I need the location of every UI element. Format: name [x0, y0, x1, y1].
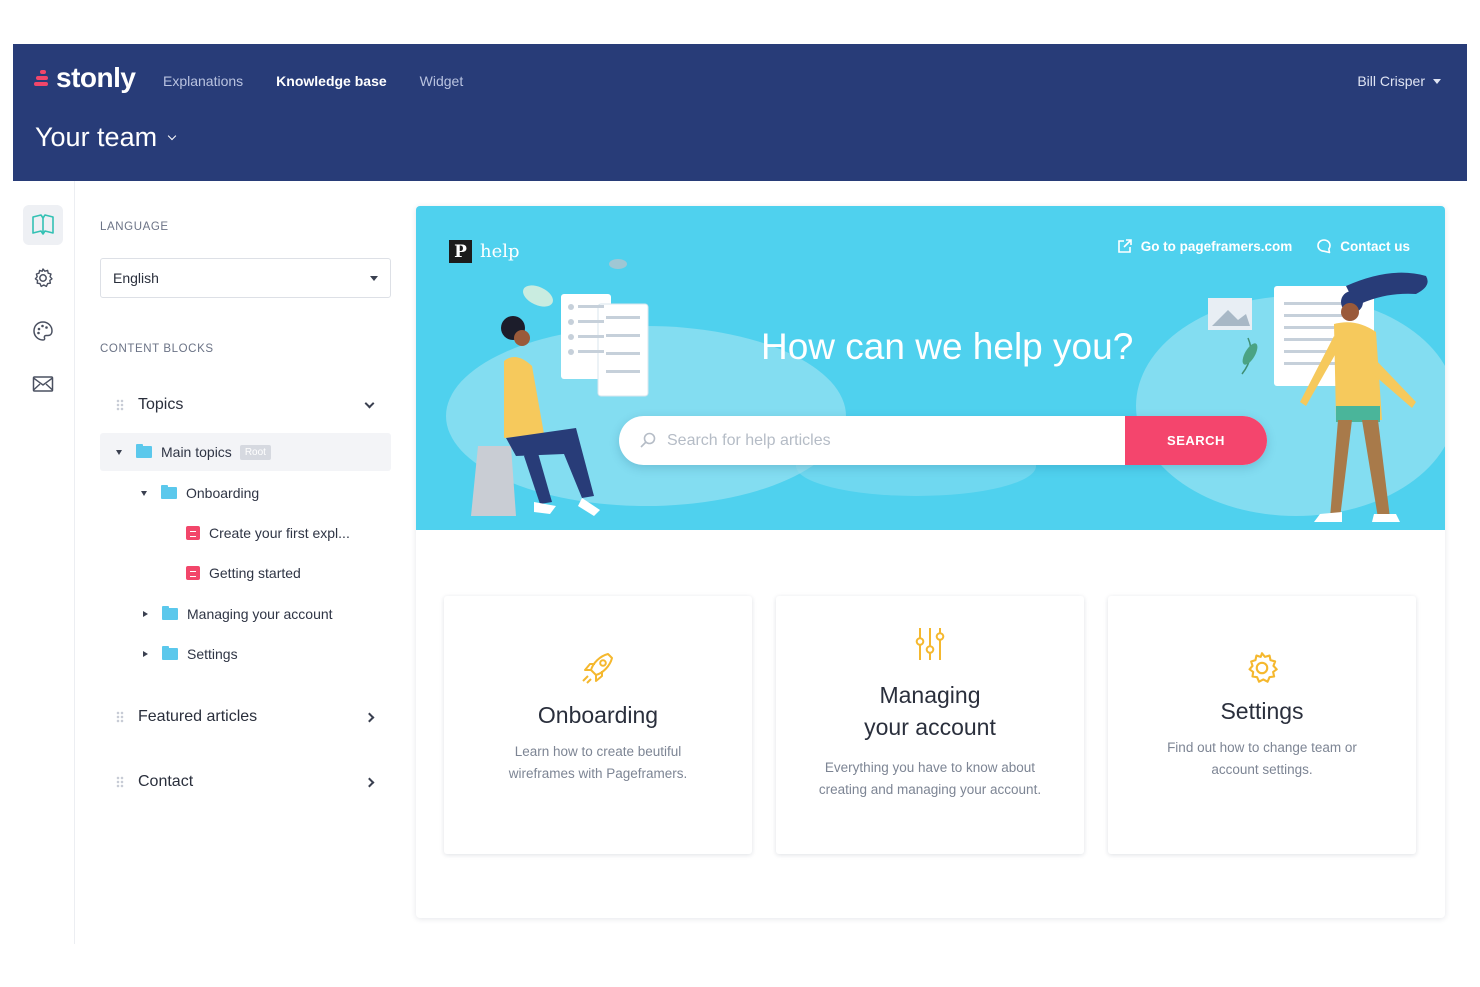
tree-item-label: Getting started — [209, 565, 301, 581]
palette-icon — [33, 321, 53, 341]
search-button[interactable]: SEARCH — [1125, 416, 1267, 465]
envelope-icon — [32, 376, 54, 392]
tree-item-getting-started[interactable]: Getting started — [100, 554, 391, 592]
tree-item-managing-account[interactable]: Managing your account — [100, 595, 391, 633]
article-icon — [186, 526, 200, 540]
stonly-logo[interactable]: stonly — [34, 62, 136, 94]
nav-widget[interactable]: Widget — [420, 73, 464, 89]
category-card-settings[interactable]: Settings Find out how to change team or … — [1108, 596, 1416, 854]
link-go-to-site[interactable]: Go to pageframers.com — [1117, 238, 1293, 254]
card-desc-line: Learn how to create beutiful — [514, 744, 682, 759]
chat-bubble-icon — [1317, 239, 1332, 254]
icon-rail — [13, 181, 75, 944]
content-settings-panel: LANGUAGE English CONTENT BLOCKS Topics M… — [100, 181, 392, 944]
card-desc-line: wireframes with Pageframers. — [508, 766, 688, 781]
drag-handle-icon[interactable] — [116, 776, 124, 788]
gear-icon — [34, 268, 53, 288]
user-menu[interactable]: Bill Crisper — [1357, 73, 1441, 89]
drag-handle-icon[interactable] — [116, 711, 124, 723]
user-name: Bill Crisper — [1357, 73, 1425, 89]
stonly-logo-icon — [34, 67, 52, 89]
folder-icon — [162, 606, 178, 620]
folder-icon — [136, 444, 152, 458]
block-featured-label: Featured articles — [138, 708, 258, 725]
team-selector[interactable]: Your team — [35, 122, 177, 153]
card-desc-line: Find out how to change team or — [1167, 740, 1357, 755]
app-window: stonly Explanations Knowledge base Widge… — [13, 44, 1467, 944]
chevron-right-icon — [364, 712, 375, 722]
block-featured-articles[interactable]: Featured articles — [100, 697, 391, 737]
language-select[interactable]: English — [100, 258, 391, 298]
tree-item-label: Managing your account — [187, 606, 333, 622]
block-topics[interactable]: Topics — [100, 385, 391, 425]
caret-right-icon[interactable] — [143, 611, 148, 617]
card-desc-line: Everything you have to know about — [824, 760, 1036, 775]
link-go-to-site-label: Go to pageframers.com — [1140, 238, 1293, 254]
main-nav: Explanations Knowledge base Widget — [163, 73, 463, 89]
external-link-icon — [1117, 239, 1132, 253]
caret-down-icon — [1433, 78, 1441, 84]
rail-messages[interactable] — [23, 364, 63, 404]
search-icon — [640, 432, 656, 448]
tree-item-label: Onboarding — [186, 485, 260, 501]
block-topics-label: Topics — [138, 396, 184, 413]
article-icon — [186, 566, 200, 580]
knowledge-base-preview: P help Go to pageframers.com Contact us — [416, 206, 1445, 918]
rail-appearance[interactable] — [23, 311, 63, 351]
hero-title: How can we help you? — [761, 326, 1134, 367]
category-card-managing-account[interactable]: Managing your account Everything you hav… — [776, 596, 1084, 854]
category-card-onboarding[interactable]: Onboarding Learn how to create beutiful … — [444, 596, 752, 854]
help-search-input[interactable] — [667, 416, 1107, 465]
hero-banner: P help Go to pageframers.com Contact us — [416, 206, 1445, 530]
card-title-line: your account — [864, 714, 996, 740]
caret-down-icon[interactable] — [141, 490, 147, 496]
rocket-icon — [582, 653, 613, 684]
tree-item-label: Create your first expl... — [209, 525, 350, 541]
brand-name: stonly — [56, 62, 136, 93]
drag-handle-icon[interactable] — [116, 399, 124, 411]
open-book-icon — [32, 214, 54, 235]
help-brand[interactable]: P help — [449, 240, 520, 263]
tree-item-settings[interactable]: Settings — [100, 635, 391, 673]
rail-knowledge-base[interactable] — [23, 205, 63, 245]
caret-right-icon[interactable] — [143, 651, 148, 657]
content-blocks-label: CONTENT BLOCKS — [100, 343, 214, 355]
card-title: Onboarding — [537, 702, 659, 728]
tree-item-onboarding[interactable]: Onboarding — [100, 474, 391, 512]
card-desc-line: account settings. — [1211, 762, 1313, 777]
top-header: stonly Explanations Knowledge base Widge… — [13, 44, 1467, 181]
caret-down-icon[interactable] — [116, 449, 122, 455]
nav-knowledge-base[interactable]: Knowledge base — [276, 73, 386, 89]
hero-illustration — [446, 259, 1445, 522]
hero-links: Go to pageframers.com Contact us — [1117, 238, 1410, 254]
rail-settings[interactable] — [23, 258, 63, 298]
tree-item-label: Settings — [187, 646, 238, 662]
chevron-down-icon — [167, 131, 177, 141]
card-title: Settings — [1220, 698, 1304, 724]
link-contact-us[interactable]: Contact us — [1316, 238, 1410, 254]
help-search-bar: SEARCH — [619, 416, 1267, 465]
block-contact[interactable]: Contact — [100, 762, 391, 802]
help-brand-label: help — [480, 241, 520, 262]
chevron-down-icon — [364, 398, 375, 409]
card-title-line: Managing — [879, 682, 981, 708]
tree-item-create-first[interactable]: Create your first expl... — [100, 514, 391, 552]
language-label: LANGUAGE — [100, 221, 169, 233]
root-badge: Root — [239, 444, 271, 460]
block-contact-label: Contact — [138, 773, 194, 790]
folder-icon — [161, 485, 177, 499]
sliders-icon — [915, 628, 945, 660]
p-logo-icon: P — [449, 240, 472, 263]
card-desc-line: creating and managing your account. — [818, 782, 1042, 797]
folder-icon — [162, 646, 178, 660]
caret-down-icon — [370, 275, 378, 281]
chevron-right-icon — [364, 777, 375, 787]
language-value: English — [113, 270, 159, 286]
tree-item-label: Main topics — [161, 444, 232, 460]
link-contact-us-label: Contact us — [1340, 238, 1410, 254]
team-name: Your team — [35, 122, 158, 152]
gear-icon — [1248, 652, 1278, 683]
tree-item-main-topics[interactable]: Main topics Root — [100, 433, 391, 471]
nav-explanations[interactable]: Explanations — [163, 73, 243, 89]
